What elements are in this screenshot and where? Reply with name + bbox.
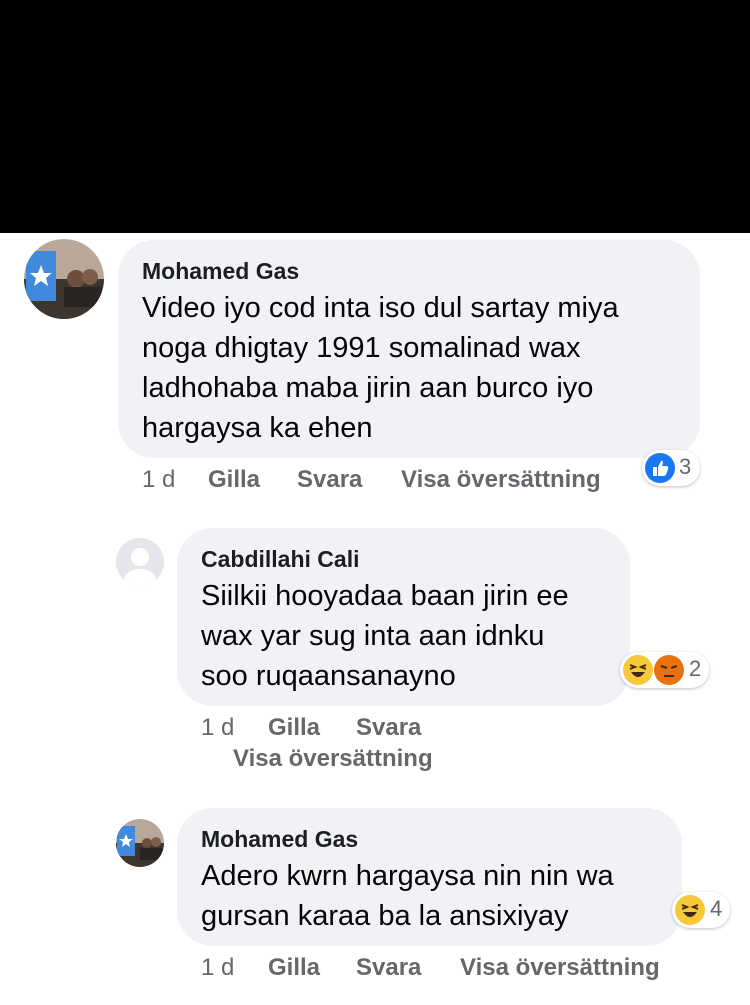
reaction-count: 3 (679, 454, 692, 479)
comment-text: Siilkii hooyadaa baan jirin ee wax yar s… (201, 580, 569, 692)
avatar[interactable] (116, 538, 164, 586)
see-translation-link[interactable]: Visa översättning (233, 745, 433, 773)
comment-text: Adero kwrn hargaysa nin nin wa gursan ka… (201, 860, 614, 932)
avatar[interactable] (24, 239, 104, 319)
reply-link[interactable]: Svara (356, 954, 421, 982)
comment-author[interactable]: Mohamed Gas (142, 258, 299, 285)
avatar[interactable] (116, 819, 164, 867)
reply-link[interactable]: Svara (297, 466, 362, 494)
reaction-count: 4 (710, 896, 723, 921)
like-link[interactable]: Gilla (268, 954, 320, 982)
comment-time[interactable]: 1 d (201, 714, 234, 742)
angry-emoji-icon (654, 655, 684, 685)
comment-text: Video iyo cod inta iso dul sartay miya n… (142, 292, 619, 444)
video-player[interactable] (0, 0, 750, 233)
haha-emoji-icon (675, 895, 705, 925)
see-translation-link[interactable]: Visa översättning (401, 466, 601, 494)
comment-author[interactable]: Cabdillahi Cali (201, 546, 359, 573)
comment-actions: 1 d Gilla Svara Visa översättning (201, 714, 521, 776)
comment-actions: 1 d Gilla Svara Visa översättning (201, 954, 721, 984)
comment-actions: 1 d Gilla Svara Visa översättning (142, 466, 642, 496)
reaction-summary[interactable]: 2 (620, 652, 709, 688)
like-icon (645, 453, 675, 483)
like-link[interactable]: Gilla (208, 466, 260, 494)
comment-author[interactable]: Mohamed Gas (201, 826, 358, 853)
reaction-count: 2 (689, 656, 702, 681)
reply-link[interactable]: Svara (356, 714, 421, 742)
comment-time[interactable]: 1 d (142, 466, 175, 494)
like-link[interactable]: Gilla (268, 714, 320, 742)
reaction-summary[interactable]: 3 (642, 450, 700, 486)
reaction-summary[interactable]: 4 (672, 892, 730, 928)
comment-time[interactable]: 1 d (201, 954, 234, 982)
see-translation-link[interactable]: Visa översättning (460, 954, 660, 982)
haha-emoji-icon (623, 655, 653, 685)
